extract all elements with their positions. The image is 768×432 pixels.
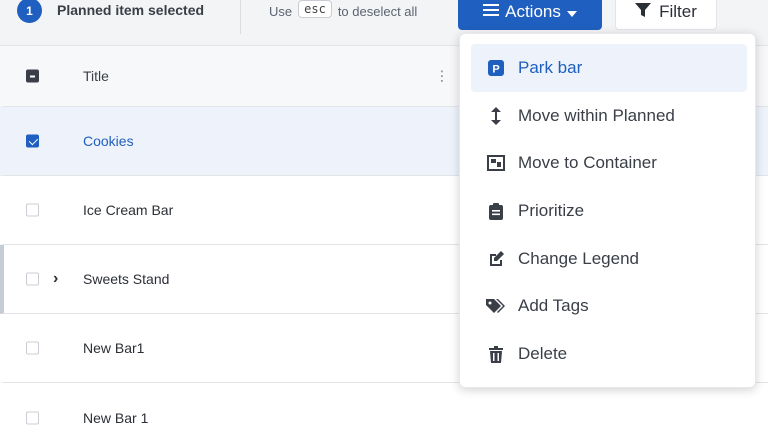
filter-label: Filter	[659, 2, 697, 21]
menu-item-delete[interactable]: Delete	[471, 330, 747, 378]
chevron-right-icon[interactable]: ›	[53, 270, 58, 288]
menu-item-label: Prioritize	[518, 201, 585, 220]
row-title[interactable]: New Bar1	[83, 340, 144, 356]
esc-key: esc	[298, 0, 332, 18]
actions-button[interactable]: Actions	[458, 0, 602, 30]
menu-item-label: Change Legend	[518, 249, 640, 268]
menu-item-prioritize[interactable]: Prioritize	[471, 187, 747, 235]
actions-menu: P Park bar Move within Planned Move to C…	[459, 33, 756, 388]
row-checkbox[interactable]	[26, 341, 39, 355]
menu-item-move-within-planned[interactable]: Move within Planned	[471, 92, 747, 140]
row-title[interactable]: Sweets Stand	[83, 271, 169, 287]
selected-count-badge: 1	[17, 0, 42, 23]
menu-item-move-to-container[interactable]: Move to Container	[471, 139, 747, 187]
select-all-checkbox[interactable]	[26, 69, 39, 83]
vertical-arrows-icon	[486, 106, 506, 126]
actions-label: Actions	[505, 2, 561, 21]
menu-item-add-tags[interactable]: Add Tags	[471, 282, 747, 330]
menu-item-change-legend[interactable]: Change Legend	[471, 235, 747, 283]
menu-item-label: Move to Container	[518, 153, 657, 172]
row-checkbox[interactable]	[26, 411, 39, 424]
deselect-hint: Use esc to deselect all	[269, 0, 418, 20]
row-checkbox[interactable]	[26, 203, 39, 217]
column-header-title: Title	[83, 68, 109, 84]
row-checkbox[interactable]	[26, 134, 39, 148]
menu-item-label: Add Tags	[518, 296, 589, 315]
edit-icon	[486, 249, 506, 269]
clipboard-icon	[486, 201, 506, 221]
column-menu-icon[interactable]: ⋮	[435, 68, 449, 85]
selected-count-label: Planned item selected	[57, 2, 205, 18]
svg-text:P: P	[492, 64, 499, 76]
divider	[240, 0, 241, 34]
row-title[interactable]: Ice Cream Bar	[83, 202, 173, 218]
parking-icon: P	[486, 58, 506, 78]
trash-icon	[486, 344, 506, 364]
menu-item-label: Park bar	[518, 58, 583, 77]
caret-down-icon	[566, 2, 577, 22]
hint-suffix: to deselect all	[337, 3, 418, 19]
table-row[interactable]: New Bar 1	[0, 383, 768, 432]
menu-item-park-bar[interactable]: P Park bar	[471, 44, 747, 92]
hint-prefix: Use	[269, 3, 293, 19]
menu-item-label: Move within Planned	[518, 106, 675, 125]
funnel-icon	[635, 2, 652, 23]
filter-button[interactable]: Filter	[615, 0, 717, 30]
row-title[interactable]: Cookies	[83, 133, 134, 149]
row-title[interactable]: New Bar 1	[83, 410, 148, 426]
row-checkbox[interactable]	[26, 272, 39, 286]
container-icon	[486, 153, 506, 173]
menu-item-label: Delete	[518, 344, 568, 363]
hamburger-icon	[483, 2, 500, 22]
tags-icon	[486, 296, 506, 316]
